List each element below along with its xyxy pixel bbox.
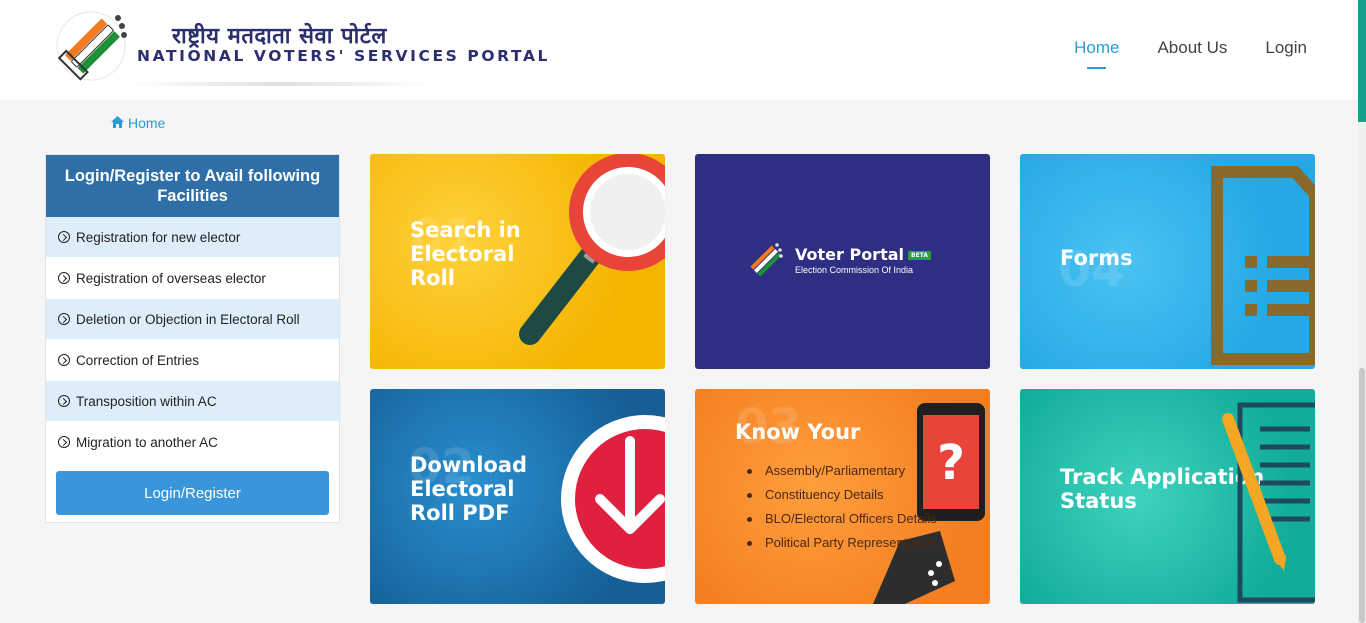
voter-portal-title-text: Voter Portal xyxy=(795,245,904,264)
arrow-circle-right-icon xyxy=(58,354,70,366)
facility-item-label: Registration of overseas elector xyxy=(76,270,266,286)
scrollbar-accent xyxy=(1358,0,1366,122)
logo-english-text: NATIONAL VOTERS' SERVICES PORTAL xyxy=(137,47,551,65)
nav-login-link[interactable]: Login xyxy=(1265,38,1307,58)
know-your-list: Assembly/Parliamentary Constituency Deta… xyxy=(747,459,937,555)
voter-portal-title: Voter Portal BETA xyxy=(795,245,931,264)
logo-underline xyxy=(130,82,430,86)
arrow-circle-right-icon xyxy=(58,395,70,407)
voter-portal-brand: Voter Portal BETA Election Commission Of … xyxy=(745,239,931,281)
clipboard-pencil-icon xyxy=(1222,402,1315,603)
search-title-line: Search in xyxy=(410,218,521,242)
arrow-circle-right-icon xyxy=(58,272,70,284)
facility-item[interactable]: Transposition within AC xyxy=(46,381,339,422)
home-icon xyxy=(111,115,124,131)
facility-item-label: Deletion or Objection in Electoral Roll xyxy=(76,311,300,327)
facilities-panel-title: Login/Register to Avail following Facili… xyxy=(46,155,339,217)
magnifier-icon xyxy=(519,154,665,345)
search-electoral-roll-tile[interactable]: 01 Search in Electoral Roll xyxy=(370,154,665,369)
facility-item-label: Correction of Entries xyxy=(76,352,200,368)
forms-tile-title: Forms xyxy=(1060,246,1133,270)
search-title-line: Electoral xyxy=(410,242,515,266)
track-application-tile[interactable]: Track Application Status xyxy=(1020,389,1315,604)
facility-item[interactable]: Registration of overseas elector xyxy=(46,258,339,299)
facility-item-label: Migration to another AC xyxy=(76,434,218,450)
facility-item[interactable]: Registration for new elector xyxy=(46,217,339,258)
arrow-circle-right-icon xyxy=(58,436,70,448)
know-your-item[interactable]: BLO/Electoral Officers Details xyxy=(747,507,937,531)
main-nav: Home About Us Login xyxy=(1074,38,1307,69)
facility-item-label: Registration for new elector xyxy=(76,229,241,245)
login-register-button[interactable]: Login/Register xyxy=(56,471,329,515)
svg-text:?: ? xyxy=(937,435,965,491)
scrollbar-thumb[interactable] xyxy=(1359,368,1365,623)
facility-item[interactable]: Deletion or Objection in Electoral Roll xyxy=(46,299,339,340)
voter-portal-tile[interactable]: Voter Portal BETA Election Commission Of … xyxy=(695,154,990,369)
know-your-tile[interactable]: 03 Know Your ? Assembly/Parliamentary Co… xyxy=(695,389,990,604)
arrow-circle-right-icon xyxy=(58,231,70,243)
forms-tile[interactable]: 04 Forms xyxy=(1020,154,1315,369)
breadcrumb-home-label[interactable]: Home xyxy=(128,115,165,131)
download-roll-pdf-tile[interactable]: 02 Download Electoral Roll PDF xyxy=(370,389,665,604)
facility-item[interactable]: Correction of Entries xyxy=(46,340,339,381)
beta-badge: BETA xyxy=(908,251,931,260)
download-title-line: Electoral xyxy=(410,477,515,501)
download-title-line: Roll PDF xyxy=(410,501,510,525)
document-icon xyxy=(1211,166,1315,365)
search-tile-title: Search in Electoral Roll xyxy=(410,218,521,290)
download-tile-title: Download Electoral Roll PDF xyxy=(410,453,527,525)
download-icon xyxy=(561,415,665,583)
facility-item-label: Transposition within AC xyxy=(76,393,217,409)
facility-item[interactable]: Migration to another AC xyxy=(46,422,339,463)
logo-hindi-text: राष्ट्रीय मतदाता सेवा पोर्टल xyxy=(172,24,387,49)
know-your-item[interactable]: Assembly/Parliamentary xyxy=(747,459,937,483)
know-your-title: Know Your xyxy=(735,420,861,444)
eci-logo-icon[interactable] xyxy=(50,4,132,88)
voter-portal-subtitle: Election Commission Of India xyxy=(795,265,914,275)
arrow-circle-right-icon xyxy=(58,313,70,325)
nav-home-link[interactable]: Home xyxy=(1074,38,1119,69)
know-your-item[interactable]: Political Party Representative xyxy=(747,531,937,555)
download-title-line: Download xyxy=(410,453,528,477)
voter-portal-text: Voter Portal BETA Election Commission Of … xyxy=(795,245,931,275)
search-title-line: Roll xyxy=(410,266,455,290)
facilities-list: Registration for new elector Registratio… xyxy=(46,217,339,463)
eci-logo-icon xyxy=(750,243,783,277)
breadcrumb[interactable]: Home xyxy=(111,115,165,131)
facilities-panel: Login/Register to Avail following Facili… xyxy=(45,154,340,523)
know-your-item[interactable]: Constituency Details xyxy=(747,483,937,507)
site-header: राष्ट्रीय मतदाता सेवा पोर्टल NATIONAL VO… xyxy=(0,0,1358,100)
page-scrollbar[interactable] xyxy=(1358,0,1366,623)
nav-about-link[interactable]: About Us xyxy=(1157,38,1227,58)
